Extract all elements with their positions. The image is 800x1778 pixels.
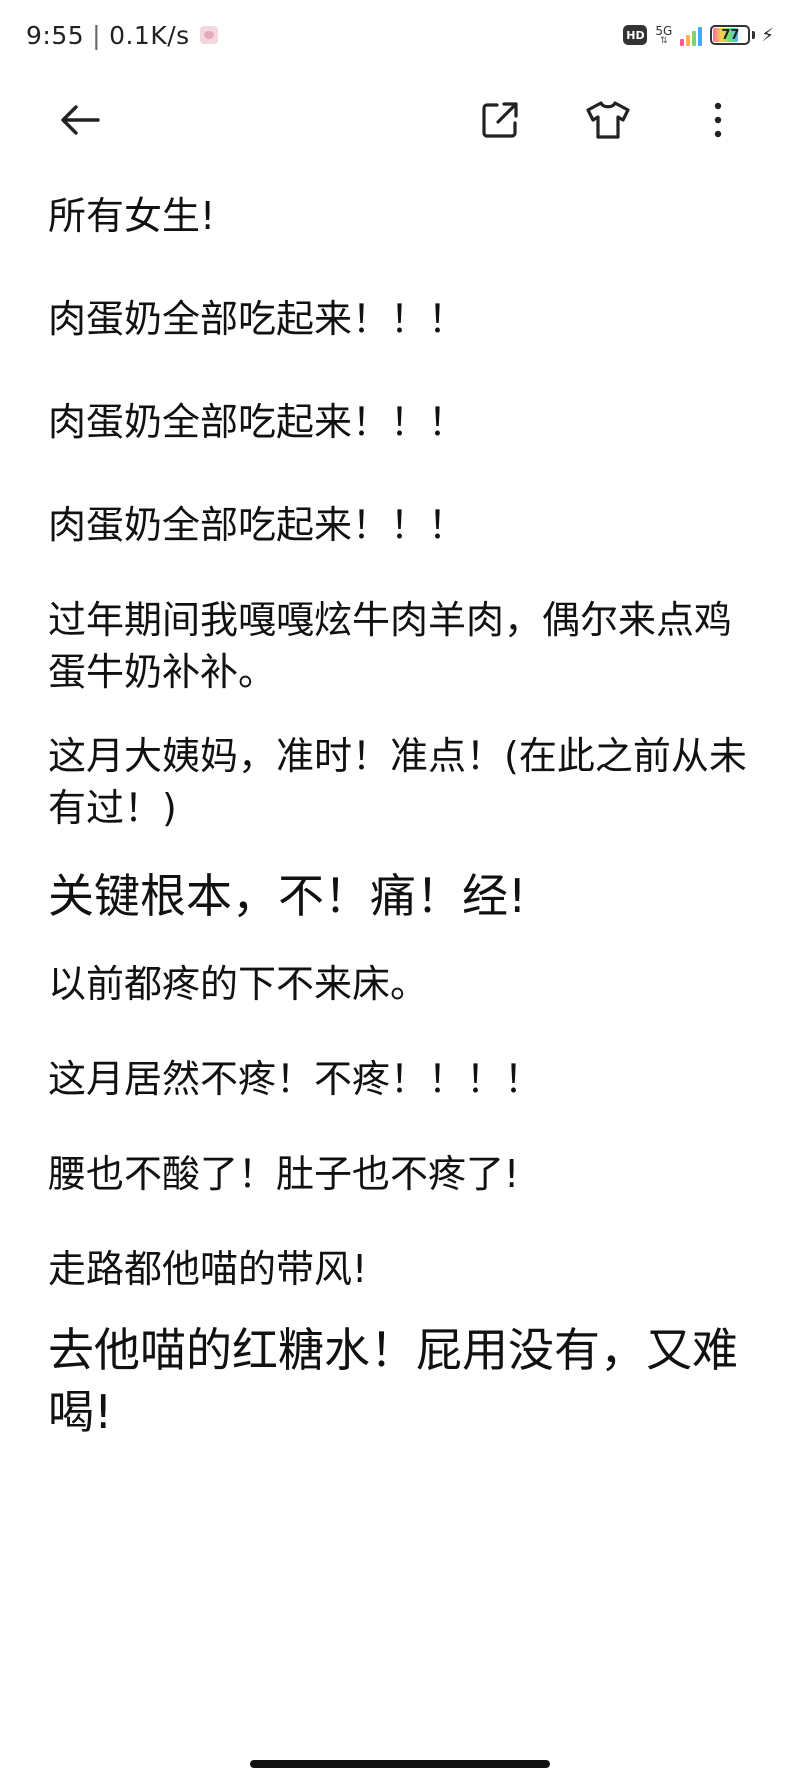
- more-options-button[interactable]: [690, 92, 746, 148]
- signal-bar-2: [686, 35, 691, 46]
- share-button[interactable]: [472, 92, 528, 148]
- signal-bar-1: [680, 39, 685, 46]
- top-toolbar: [0, 70, 800, 166]
- t-shirt-icon: [586, 101, 630, 139]
- battery-tip: [752, 31, 756, 39]
- paragraph: 肉蛋奶全部吃起来！！！: [48, 503, 467, 547]
- paragraph: 腰也不酸了！肚子也不疼了!: [48, 1152, 520, 1196]
- paragraph: 过年期间我嘎嘎炫牛肉羊肉，偶尔来点鸡蛋牛奶补补。: [48, 598, 733, 694]
- theme-shirt-button[interactable]: [580, 92, 636, 148]
- paragraph: 以前都疼的下不来床。: [48, 962, 429, 1006]
- network-label: 5G: [655, 23, 673, 38]
- status-separator: |: [92, 20, 102, 50]
- network-type: 5G ⇅: [655, 25, 672, 46]
- signal-bar-3: [692, 31, 697, 46]
- paragraph: 肉蛋奶全部吃起来！！！: [48, 400, 467, 444]
- network-arrows-icon: ⇅: [660, 35, 668, 46]
- paragraph: 肉蛋奶全部吃起来！！！: [48, 297, 467, 341]
- more-vertical-icon: [714, 102, 722, 138]
- battery-icon: 77: [710, 25, 751, 45]
- status-time: 9:55: [26, 20, 85, 50]
- paragraph: 所有女生!: [48, 194, 216, 238]
- paragraph-emphasis: 关键根本，不！痛！经!: [48, 869, 527, 923]
- signal-strength-icon: [680, 24, 703, 46]
- signal-bar-4: [698, 27, 703, 46]
- notification-app-icon: [199, 26, 218, 44]
- charging-bolt-icon: ⚡: [761, 24, 774, 46]
- paragraph-emphasis: 去他喵的红糖水！屁用没有，又难喝!: [48, 1323, 738, 1439]
- paragraph: 走路都他喵的带风!: [48, 1247, 368, 1291]
- article-body: 所有女生! 肉蛋奶全部吃起来！！！ 肉蛋奶全部吃起来！！！ 肉蛋奶全部吃起来！！…: [48, 190, 760, 1443]
- status-bar: 9:55 | 0.1K/s HD 5G ⇅ 77 ⚡: [0, 0, 800, 70]
- paragraph: 这月大姨妈，准时！准点！(在此之前从未有过！): [48, 734, 747, 830]
- arrow-left-icon: [61, 105, 100, 135]
- home-indicator[interactable]: [250, 1760, 550, 1768]
- network-speed: 0.1K/s: [109, 20, 190, 50]
- hd-badge: HD: [623, 25, 648, 45]
- status-left: 9:55 | 0.1K/s: [26, 21, 218, 50]
- status-right: HD 5G ⇅ 77 ⚡: [623, 24, 774, 46]
- share-external-icon: [482, 102, 518, 138]
- back-button[interactable]: [52, 92, 108, 148]
- battery-level: 77: [721, 27, 740, 43]
- paragraph: 这月居然不疼！不疼！！！！: [48, 1057, 543, 1101]
